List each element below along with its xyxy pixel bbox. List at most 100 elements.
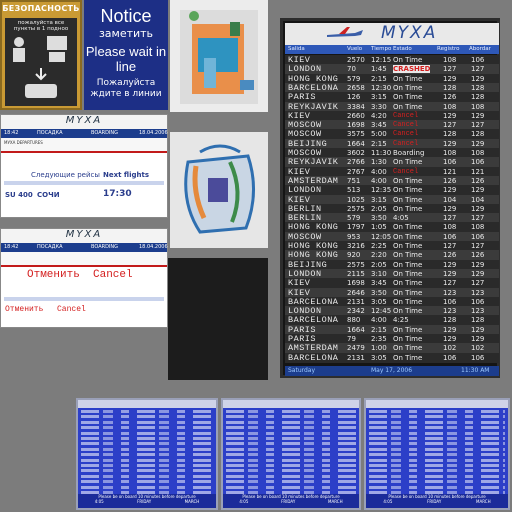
- boarding-heading-ru: ПОСАДКА: [37, 130, 63, 136]
- cancel-screen-subheader: [1, 252, 167, 267]
- flight-vuelo: 3575: [347, 130, 365, 139]
- col-abordar: Abordar: [469, 46, 491, 52]
- flight-abo: 129: [471, 269, 485, 278]
- flight-tiempo: 11:30: [371, 149, 392, 157]
- blue-board-line: [226, 485, 356, 489]
- flight-vuelo: 3216: [347, 242, 365, 250]
- flight-reg: 128: [443, 83, 457, 92]
- notice-title-ru: заметить: [98, 27, 154, 40]
- flight-tiempo: 3:50: [371, 214, 387, 223]
- flight-abo: 127: [471, 214, 485, 223]
- flight-abo: 108: [471, 149, 485, 157]
- flight-abo: 129: [471, 111, 485, 120]
- flight-estado: Cancel: [393, 139, 419, 148]
- flight-estado: 4:05: [393, 214, 409, 223]
- cancel-big-en: Cancel: [93, 269, 133, 281]
- flight-estado: On Time: [393, 232, 423, 241]
- blue-board-2-header: [223, 400, 359, 408]
- blue-board-line: [81, 469, 213, 473]
- blue-board-3-time: 4:05: [383, 499, 393, 504]
- flight-reg: 106: [443, 232, 457, 241]
- flight-estado: On Time: [393, 186, 423, 195]
- flight-estado: Cancel: [393, 130, 419, 139]
- next-flight-time: 17:30: [103, 189, 132, 199]
- flight-reg: 108: [443, 149, 457, 157]
- flight-tiempo: 2:15: [371, 139, 387, 148]
- flight-vuelo: 1025: [347, 195, 365, 204]
- cancel-big-ru: Отменить: [27, 269, 80, 281]
- flight-tiempo: 12:15: [371, 56, 392, 64]
- blue-board-line: [226, 442, 356, 446]
- flight-vuelo: 953: [347, 232, 361, 241]
- boarding-screen-bar: 18:42 ПОСАДКА BOARDING 18.04.2006: [1, 129, 168, 138]
- flight-vuelo: 2658: [347, 83, 365, 92]
- flight-abo: 106: [471, 232, 485, 241]
- flight-vuelo: 1664: [347, 325, 365, 334]
- blue-board-2-footer: Please be on board 10 minutes before dep…: [223, 494, 359, 508]
- flight-reg: 108: [443, 223, 457, 232]
- flight-reg: 128: [443, 130, 457, 139]
- blue-departure-board-3: Please be on board 10 minutes before dep…: [364, 398, 510, 510]
- blue-board-line: [226, 437, 356, 440]
- flight-estado: On Time: [393, 269, 423, 278]
- flight-tiempo: 3:10: [371, 269, 387, 278]
- flight-abo: 104: [471, 195, 485, 204]
- flight-abo: 123: [471, 288, 485, 297]
- flight-estado: Cancel: [393, 121, 419, 130]
- cancel-screen-heading-en: BOARDING: [91, 244, 119, 250]
- flight-reg: 129: [443, 204, 457, 213]
- flight-abo: 106: [471, 297, 485, 306]
- blue-board-line: [369, 464, 505, 467]
- flight-vuelo: 579: [347, 214, 361, 223]
- flight-reg: 129: [443, 269, 457, 278]
- blue-board-line: [226, 420, 356, 424]
- flight-tiempo: 2:05: [371, 260, 387, 269]
- flight-abo: 106: [471, 56, 485, 64]
- blue-departure-board-1: Please be on board 10 minutes before dep…: [76, 398, 218, 510]
- flight-tiempo: 3:15: [371, 93, 387, 102]
- flight-board-column-headers: Salida Vuelo Tiempo Estado Registro Abor…: [285, 45, 499, 54]
- flight-abo: 128: [471, 83, 485, 92]
- flight-abo: 128: [471, 93, 485, 102]
- flight-abo: 129: [471, 74, 485, 83]
- notice-message-en: Please wait in line: [85, 44, 167, 74]
- blue-board-line: [226, 491, 356, 494]
- flight-estado: On Time: [393, 56, 423, 64]
- blue-board-line: [81, 426, 213, 430]
- flight-estado: On Time: [393, 223, 423, 232]
- flight-reg: 127: [443, 279, 457, 288]
- flight-reg: 108: [443, 102, 457, 111]
- blue-board-line: [226, 480, 356, 484]
- blue-board-line: [81, 442, 213, 446]
- flight-vuelo: 2646: [347, 288, 365, 297]
- flight-vuelo: 3384: [347, 102, 365, 111]
- flight-reg: 129: [443, 325, 457, 334]
- flight-tiempo: 2:20: [371, 251, 387, 260]
- blue-board-line: [226, 469, 356, 473]
- xray-bag-graphic: [170, 132, 268, 248]
- flight-abo: 106: [471, 158, 485, 167]
- cancel-screen-bar: 18:42 ПОСАДКА BOARDING 18.04.2006: [1, 243, 168, 252]
- flight-tiempo: 2:15: [371, 325, 387, 334]
- flight-abo: 127: [471, 279, 485, 288]
- cancel-screen-date: 18.04.2006: [139, 244, 168, 250]
- flight-vuelo: 579: [347, 74, 361, 83]
- flight-estado: On Time: [393, 260, 423, 269]
- flight-vuelo: 2575: [347, 260, 365, 269]
- flight-estado: 4:25: [393, 316, 409, 325]
- flight-vuelo: 126: [347, 93, 361, 102]
- blue-departure-board-2: Please be on board 10 minutes before dep…: [221, 398, 361, 510]
- blue-board-1-month: MARCH: [184, 499, 200, 504]
- flight-reg: 127: [443, 121, 457, 130]
- blue-board-1-footer: Please be on board 10 minutes before dep…: [78, 494, 216, 508]
- flight-tiempo: 12:05: [371, 232, 392, 241]
- cancel-small-en: Cancel: [57, 305, 86, 314]
- flight-abo: 128: [471, 316, 485, 325]
- blue-board-line: [369, 474, 505, 478]
- flight-vuelo: 1698: [347, 121, 365, 130]
- boarding-screen-logo: MYXA: [1, 115, 167, 129]
- col-registro: Registro: [437, 46, 460, 52]
- flight-vuelo: 3602: [347, 149, 365, 157]
- flight-tiempo: 1:00: [371, 344, 387, 353]
- blue-board-line: [81, 453, 213, 457]
